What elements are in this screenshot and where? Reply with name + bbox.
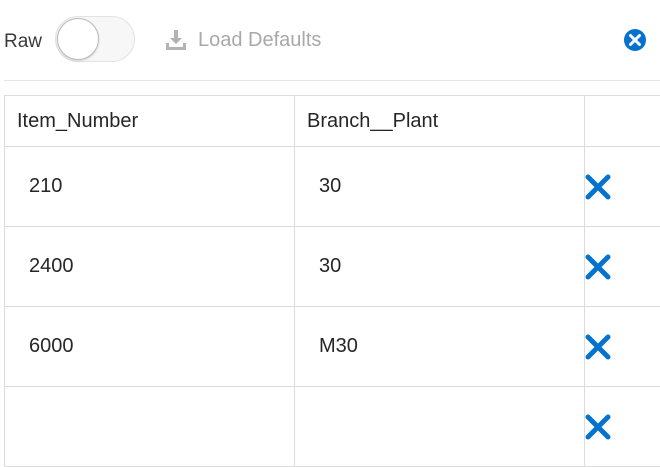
download-icon [164,28,188,52]
delete-x-icon[interactable] [585,254,611,280]
table-row: 210 30 [5,147,660,227]
table-header-row: Item_Number Branch__Plant [5,96,660,147]
toolbar-divider [4,80,660,81]
close-circle-icon[interactable] [623,28,647,52]
load-defaults-label: Load Defaults [198,29,321,52]
raw-toggle-switch[interactable] [55,16,135,62]
column-header-branch-plant[interactable]: Branch__Plant [295,96,585,147]
cell-branch-plant[interactable]: M30 [295,307,585,387]
cell-branch-plant[interactable] [295,387,585,467]
row-delete-cell [585,147,660,227]
delete-x-icon[interactable] [585,174,611,200]
data-table: Item_Number Branch__Plant 210 30 2400 30 [4,95,660,467]
cell-item-number[interactable]: 210 [5,147,295,227]
table-row [5,387,660,467]
cell-item-number[interactable]: 6000 [5,307,295,387]
row-delete-cell [585,227,660,307]
cell-branch-plant[interactable]: 30 [295,147,585,227]
delete-x-icon[interactable] [585,334,611,360]
table-row: 6000 M30 [5,307,660,387]
row-delete-cell [585,387,660,467]
cell-item-number[interactable]: 2400 [5,227,295,307]
column-header-item-number[interactable]: Item_Number [5,96,295,147]
cell-item-number[interactable] [5,387,295,467]
table-row: 2400 30 [5,227,660,307]
toolbar: Raw Load Defaults [0,0,660,80]
row-delete-cell [585,307,660,387]
column-header-actions [585,96,660,147]
load-defaults-button[interactable]: Load Defaults [164,25,321,55]
raw-toggle-label: Raw [4,31,42,53]
raw-toggle-knob [57,18,99,60]
cell-branch-plant[interactable]: 30 [295,227,585,307]
delete-x-icon[interactable] [585,414,611,440]
